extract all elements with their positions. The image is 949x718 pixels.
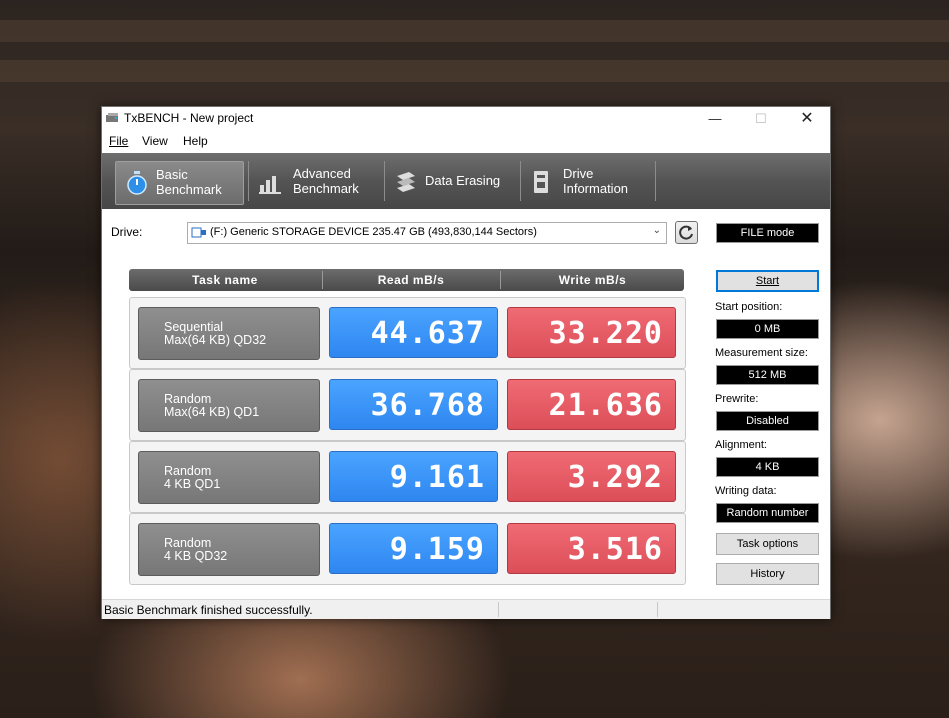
menu-view[interactable]: View (142, 134, 168, 148)
tab-drive-information[interactable]: Drive Information (521, 161, 654, 203)
task-line2: Max(64 KB) QD1 (164, 405, 260, 419)
start-position-field[interactable]: 0 MB (716, 319, 819, 339)
write-value: 3.516 (507, 523, 676, 574)
close-button[interactable]: ✕ (784, 107, 830, 130)
header-read: Read mB/s (377, 273, 445, 287)
task-line2: 4 KB QD32 (164, 549, 228, 563)
alignment-field[interactable]: 4 KB (716, 457, 819, 477)
refresh-icon (679, 225, 693, 240)
status-message: Basic Benchmark finished successfully. (104, 603, 313, 617)
alignment-label: Alignment: (715, 439, 767, 451)
writing-data-field[interactable]: Random number (716, 503, 819, 523)
drive-info-icon (534, 171, 548, 193)
task-line2: Max(64 KB) QD32 (164, 333, 267, 347)
write-value: 3.292 (507, 451, 676, 502)
tab-data-erasing[interactable]: Data Erasing (385, 161, 518, 203)
result-row-rand4k-qd32: Random 4 KB QD32 9.159 3.516 (129, 513, 686, 585)
tab-label: Advanced (293, 166, 351, 181)
tab-label: Information (563, 181, 629, 196)
task-button[interactable]: Random 4 KB QD32 (138, 523, 320, 576)
background-wood-stripe (0, 20, 949, 42)
task-options-button[interactable]: Task options (716, 533, 819, 555)
mode-toolbar: Basic Benchmark Advanced Benchmark Data … (102, 153, 830, 209)
menu-bar: File View Help (102, 130, 830, 151)
tab-label: Basic (156, 167, 188, 182)
mode-indicator: FILE mode (716, 223, 819, 243)
start-position-label: Start position: (715, 301, 783, 313)
task-button[interactable]: Sequential Max(64 KB) QD32 (138, 307, 320, 360)
read-value: 9.161 (329, 451, 498, 502)
bar-chart-icon (259, 176, 281, 194)
result-row-rand4k-qd1: Random 4 KB QD1 9.161 3.292 (129, 441, 686, 513)
history-button[interactable]: History (716, 563, 819, 585)
drive-icon (191, 227, 206, 238)
stopwatch-icon (127, 171, 147, 195)
drive-select-value: (F:) Generic STORAGE DEVICE 235.47 GB (4… (210, 226, 537, 238)
window-title: TxBENCH - New project (124, 111, 254, 125)
eraser-icon (397, 172, 415, 192)
results-header: Task name Read mB/s Write mB/s (129, 269, 684, 291)
read-value: 44.637 (329, 307, 498, 358)
status-bar: Basic Benchmark finished successfully. (102, 599, 830, 619)
tab-label: Benchmark (156, 182, 222, 197)
result-row-rand64-qd1: Random Max(64 KB) QD1 36.768 21.636 (129, 369, 686, 441)
refresh-drive-button[interactable] (675, 221, 698, 244)
background-wood-stripe (0, 60, 949, 82)
prewrite-label: Prewrite: (715, 393, 759, 405)
measurement-size-label: Measurement size: (715, 347, 808, 359)
tab-basic-benchmark[interactable]: Basic Benchmark (115, 161, 244, 205)
status-separator (657, 602, 658, 617)
minimize-button[interactable]: — (692, 107, 738, 130)
read-value: 36.768 (329, 379, 498, 430)
tab-label: Drive (563, 166, 594, 181)
maximize-button[interactable]: ☐ (738, 107, 784, 130)
header-task-name: Task name (192, 273, 258, 287)
start-button[interactable]: Start (716, 270, 819, 292)
menu-help[interactable]: Help (183, 134, 208, 148)
prewrite-field[interactable]: Disabled (716, 411, 819, 431)
tab-label: Benchmark (293, 181, 359, 196)
task-button[interactable]: Random Max(64 KB) QD1 (138, 379, 320, 432)
drive-select[interactable]: (F:) Generic STORAGE DEVICE 235.47 GB (4… (187, 222, 667, 244)
header-write: Write mB/s (558, 273, 627, 287)
measurement-size-field[interactable]: 512 MB (716, 365, 819, 385)
app-icon (106, 113, 118, 122)
task-line2: 4 KB QD1 (164, 477, 221, 491)
result-row-seq-qd32: Sequential Max(64 KB) QD32 44.637 33.220 (129, 297, 686, 369)
tab-separator (655, 161, 656, 201)
write-value: 21.636 (507, 379, 676, 430)
task-button[interactable]: Random 4 KB QD1 (138, 451, 320, 504)
drive-label: Drive: (111, 225, 143, 239)
status-separator (498, 602, 499, 617)
chevron-down-icon: ⌄ (652, 225, 661, 236)
txbench-window: TxBENCH - New project — ☐ ✕ File View He… (101, 106, 831, 619)
menu-file[interactable]: File (109, 134, 128, 148)
write-value: 33.220 (507, 307, 676, 358)
read-value: 9.159 (329, 523, 498, 574)
writing-data-label: Writing data: (715, 485, 777, 497)
tab-label: Data Erasing (425, 173, 501, 188)
tab-advanced-benchmark[interactable]: Advanced Benchmark (249, 161, 381, 203)
title-bar[interactable]: TxBENCH - New project — ☐ ✕ (102, 107, 830, 130)
